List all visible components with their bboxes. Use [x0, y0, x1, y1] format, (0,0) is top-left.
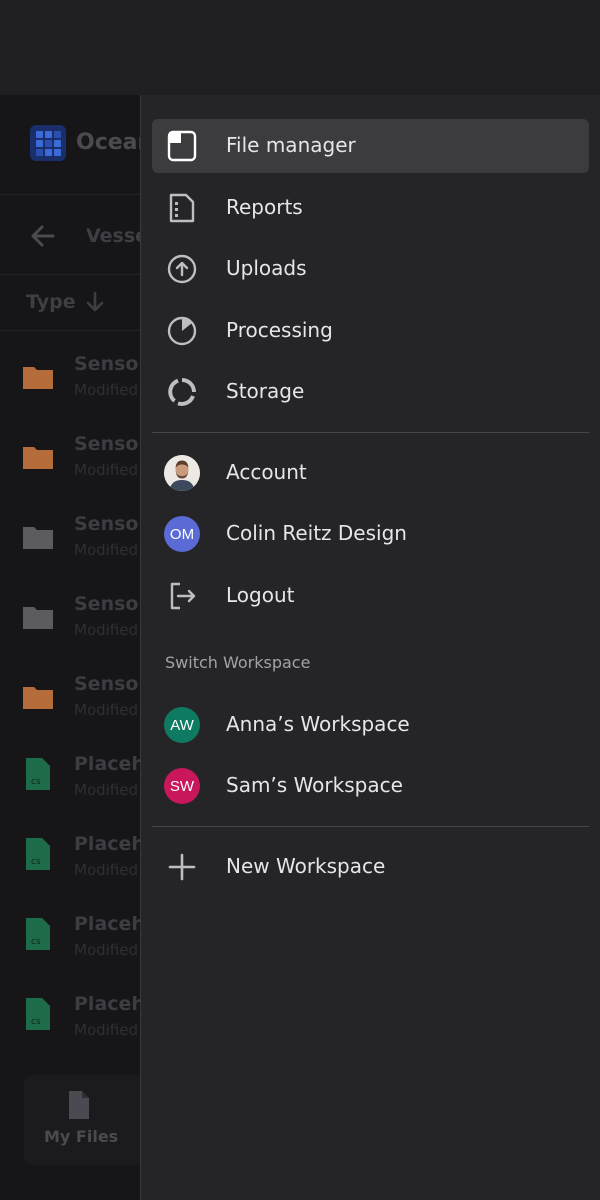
- menu-item-processing[interactable]: Processing: [152, 304, 589, 358]
- folder-icon: [23, 687, 53, 709]
- folder-icon: [23, 447, 53, 469]
- menu-item-new-workspace[interactable]: New Workspace: [152, 840, 589, 894]
- file-row[interactable]: Sensor Modified: [0, 583, 140, 663]
- file-meta: Modified: [74, 701, 139, 719]
- folder-icon: [23, 607, 53, 629]
- menu-item-uploads[interactable]: Uploads: [152, 242, 589, 296]
- file-name: Placeh: [74, 833, 140, 855]
- menu-item-label: Storage: [226, 379, 305, 403]
- breadcrumb-current: Vesse: [86, 225, 140, 247]
- sort-control[interactable]: Type: [0, 275, 140, 331]
- report-icon: [164, 191, 200, 225]
- menu-item-account[interactable]: Account: [152, 446, 589, 500]
- file-meta: Modified: [74, 541, 139, 559]
- folder-icon: [23, 367, 53, 389]
- menu-item-label: Uploads: [226, 256, 307, 280]
- file-name: Placeh: [74, 913, 140, 935]
- divider: [152, 826, 589, 827]
- file-name: Placeh: [74, 993, 140, 1015]
- avatar: OM: [164, 516, 200, 552]
- app-logo-icon: [30, 125, 66, 161]
- menu-item-logout[interactable]: Logout: [152, 569, 589, 623]
- menu-item-label: Reports: [226, 195, 303, 219]
- file-row[interactable]: cs Placeh Modified: [0, 903, 140, 983]
- file-row[interactable]: Sensor Modified: [0, 343, 140, 423]
- menu-item-label: Processing: [226, 318, 333, 342]
- file-meta: Modified: [74, 861, 139, 879]
- avatar: SW: [164, 768, 200, 804]
- breadcrumb: Vesse: [0, 195, 140, 275]
- file-row[interactable]: cs Placeh Modified: [0, 823, 140, 903]
- csv-file-icon: cs: [26, 998, 50, 1030]
- avatar: AW: [164, 707, 200, 743]
- file-name: Sensor: [74, 593, 140, 615]
- file-meta: Modified: [74, 781, 139, 799]
- status-bar: [0, 0, 600, 95]
- arrow-down-icon: [86, 291, 104, 312]
- menu-item-label: Logout: [226, 583, 295, 607]
- app-name: Ocear: [76, 130, 140, 155]
- pie-chart-icon: [164, 314, 200, 348]
- file-meta: Modified: [74, 941, 139, 959]
- sort-label: Type: [26, 291, 76, 313]
- back-arrow-icon[interactable]: [28, 221, 58, 251]
- file-icon: [164, 129, 200, 163]
- menu-item-file-manager[interactable]: File manager: [152, 119, 589, 173]
- menu-item-sams-workspace[interactable]: SW Sam’s Workspace: [152, 759, 589, 813]
- switch-workspace-title: Switch Workspace: [165, 653, 311, 672]
- file-name: Sensor: [74, 353, 140, 375]
- menu-item-label: Sam’s Workspace: [226, 773, 403, 797]
- avatar: [164, 455, 200, 491]
- storage-ring-icon: [164, 375, 200, 409]
- folder-icon: [23, 527, 53, 549]
- menu-item-storage[interactable]: Storage: [152, 365, 589, 419]
- file-row[interactable]: cs Placeh Modified: [0, 983, 140, 1063]
- svg-text:cs: cs: [31, 937, 41, 947]
- menu-item-label: File manager: [226, 133, 356, 157]
- file-name: Sensor: [74, 433, 140, 455]
- menu-item-label: New Workspace: [226, 854, 386, 878]
- menu-item-label: Colin Reitz Design: [226, 521, 407, 545]
- svg-text:cs: cs: [31, 777, 41, 787]
- file-meta: Modified: [74, 621, 139, 639]
- svg-text:cs: cs: [31, 857, 41, 867]
- menu-item-label: Anna’s Workspace: [226, 712, 410, 736]
- tab-my-files[interactable]: My Files: [24, 1075, 140, 1165]
- file-meta: Modified: [74, 381, 139, 399]
- svg-text:cs: cs: [31, 1017, 41, 1027]
- menu-item-colin-reitz-design[interactable]: OM Colin Reitz Design: [152, 507, 589, 561]
- plus-icon: [164, 850, 200, 884]
- menu-item-annas-workspace[interactable]: AW Anna’s Workspace: [152, 698, 589, 752]
- app-header: Ocear: [0, 95, 140, 195]
- file-name: Placeh: [74, 753, 140, 775]
- file-row[interactable]: Sensor Modified: [0, 663, 140, 743]
- file-row[interactable]: cs Placeh Modified: [0, 743, 140, 823]
- logout-icon: [164, 579, 200, 613]
- upload-icon: [164, 252, 200, 286]
- menu-item-label: Account: [226, 460, 307, 484]
- file-icon: [69, 1091, 89, 1119]
- file-meta: Modified: [74, 461, 139, 479]
- file-name: Sensor: [74, 673, 140, 695]
- menu-item-reports[interactable]: Reports: [152, 181, 589, 235]
- navigation-drawer: File manager Reports Uploads Processing …: [140, 95, 600, 1200]
- file-row[interactable]: Sensor Modified: [0, 423, 140, 503]
- file-name: Sensor: [74, 513, 140, 535]
- tab-label: My Files: [44, 1127, 119, 1146]
- background-app: Ocear Vesse Type Sensor Modified Sensor Mod…: [0, 95, 140, 1200]
- csv-file-icon: cs: [26, 918, 50, 950]
- divider: [152, 432, 589, 433]
- csv-file-icon: cs: [26, 838, 50, 870]
- file-meta: Modified: [74, 1021, 139, 1039]
- csv-file-icon: cs: [26, 758, 50, 790]
- file-row[interactable]: Sensor Modified: [0, 503, 140, 583]
